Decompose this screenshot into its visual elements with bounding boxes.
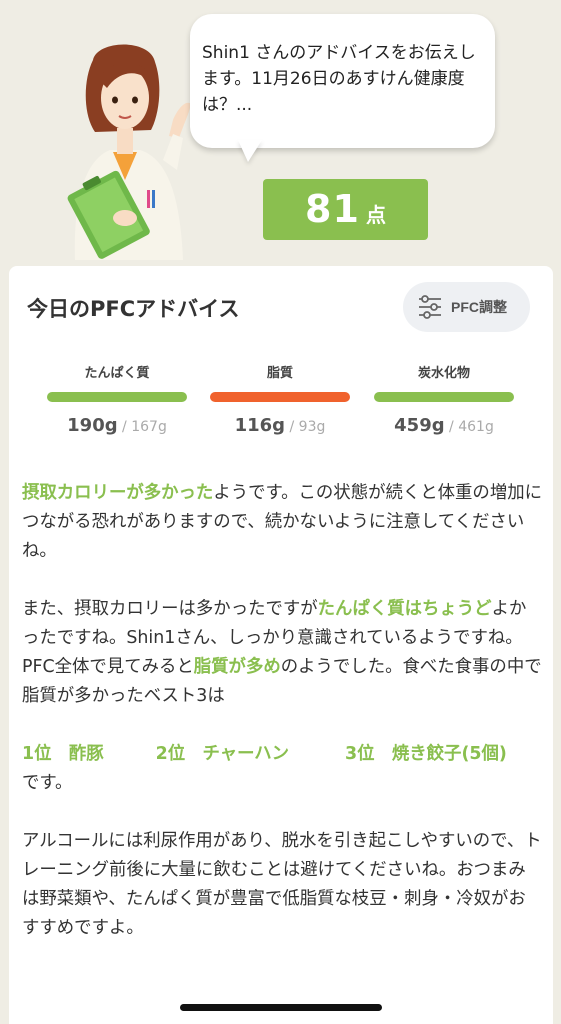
bubble-text: Shin1 さんのアドバイスをお伝えします。11月26日のあすけん健康度は？..… xyxy=(202,43,476,115)
macro-target: / 93g xyxy=(285,419,326,435)
speech-bubble-tail xyxy=(238,140,262,162)
advice-paragraph: また、摂取カロリーは多かったですがたんぱく質はちょうどよかったですね。Shin1… xyxy=(22,595,542,653)
macro-bar xyxy=(47,392,187,402)
macro-carbs: 炭水化物 459g / 461g xyxy=(374,362,514,436)
highlight: 摂取カロリーが多かった xyxy=(22,483,214,503)
macro-actual: 116g xyxy=(234,415,286,436)
macro-values: 190g / 167g xyxy=(47,415,187,436)
macro-values: 116g / 93g xyxy=(210,415,350,436)
home-indicator xyxy=(180,1004,382,1011)
advice-text: PFC全体で見てみると xyxy=(22,657,194,677)
macro-actual: 190g xyxy=(67,415,118,436)
pfc-advice-card: 今日のPFCアドバイス PFC調整 たんぱく質 190g / 167g 脂質 1… xyxy=(9,266,553,1024)
card-title: 今日のPFCアドバイス xyxy=(27,297,240,321)
health-score-unit: 点 xyxy=(365,203,386,227)
health-score-badge: 81 点 xyxy=(263,179,428,240)
rank-2: 2位 チャーハン xyxy=(155,744,289,764)
macro-label: 炭水化物 xyxy=(417,366,470,381)
pfc-adjust-label: PFC調整 xyxy=(451,299,507,315)
macro-bar xyxy=(210,392,350,402)
rank-3: 3位 焼き餃子(5個) xyxy=(345,744,507,764)
advice-paragraph: 摂取カロリーが多かったようです。この状態が続くと体重の増加につながる恐れがありま… xyxy=(22,479,542,566)
macro-values: 459g / 461g xyxy=(374,415,514,436)
highlight: 脂質が多め xyxy=(193,657,281,677)
highlight: たんぱく質はちょうど xyxy=(317,599,492,619)
macro-protein: たんぱく質 190g / 167g xyxy=(47,362,187,436)
advice-paragraph: アルコールには利尿作用があり、脱水を引き起こしやすいので、トレーニング前後に大量… xyxy=(22,831,542,938)
advice-paragraph: です。 xyxy=(22,773,73,793)
advice-paragraph: PFC全体で見てみると脂質が多めのようでした。食べた食事の中で脂質が多かったベス… xyxy=(22,653,542,711)
sliders-icon xyxy=(419,295,441,319)
advice-text: また、摂取カロリーは多かったですが xyxy=(22,599,318,619)
advisor-avatar xyxy=(67,44,191,260)
macro-label: 脂質 xyxy=(266,366,293,381)
top3-fat-foods: 1位 酢豚 2位 チャーハン 3位 焼き餃子(5個) xyxy=(22,740,542,769)
pfc-adjust-button[interactable]: PFC調整 xyxy=(403,282,530,332)
advice-body: 摂取カロリーが多かったようです。この状態が続くと体重の増加につながる恐れがありま… xyxy=(22,479,542,943)
rank-1: 1位 酢豚 xyxy=(22,744,104,764)
macro-target: / 461g xyxy=(444,419,494,435)
advice-speech-bubble: Shin1 さんのアドバイスをお伝えします。11月26日のあすけん健康度は？..… xyxy=(190,14,495,148)
pfc-macro-summary: たんぱく質 190g / 167g 脂質 116g / 93g 炭水化物 459… xyxy=(47,362,517,442)
macro-fat: 脂質 116g / 93g xyxy=(210,362,350,436)
health-score-value: 81 xyxy=(305,187,360,231)
macro-label: たんぱく質 xyxy=(84,366,150,381)
macro-bar xyxy=(374,392,514,402)
macro-actual: 459g xyxy=(394,415,445,436)
advisor-header: Shin1 さんのアドバイスをお伝えします。11月26日のあすけん健康度は？..… xyxy=(0,0,561,270)
macro-target: / 167g xyxy=(117,419,167,435)
